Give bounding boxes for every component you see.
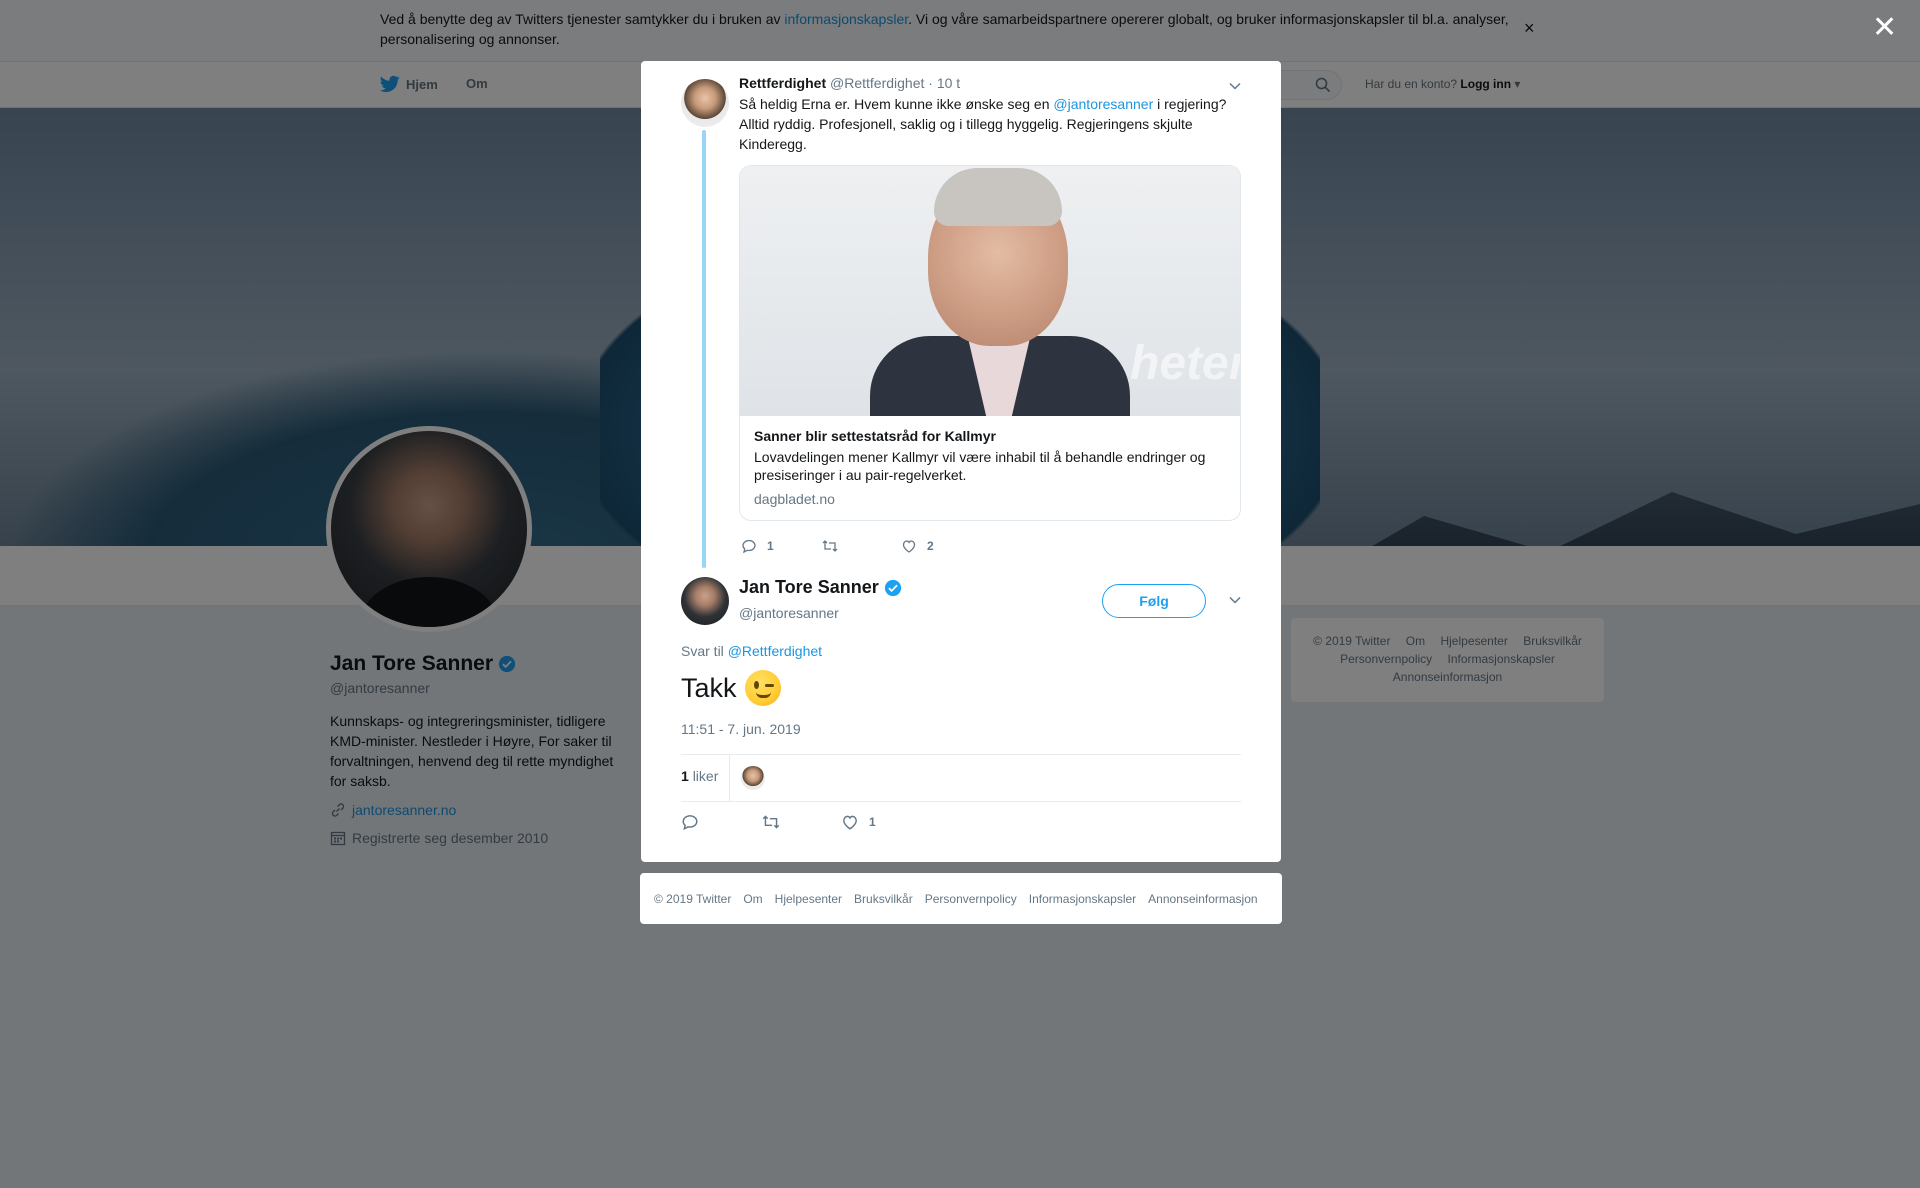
parent-tweet-avatar[interactable] <box>681 79 729 127</box>
verified-icon <box>884 579 901 596</box>
liker-avatar[interactable] <box>741 766 765 790</box>
like-button[interactable]: 1 <box>841 813 921 831</box>
mention-link[interactable]: @jantoresanner <box>1053 96 1153 112</box>
divider <box>681 801 1241 802</box>
divider <box>681 754 1241 755</box>
link-card-title: Sanner blir settestatsråd for Kallmyr <box>754 428 996 444</box>
heart-icon <box>843 815 857 830</box>
parent-tweet-author-name[interactable]: Rettferdighet <box>739 75 826 91</box>
reply-icon <box>742 539 756 554</box>
main-tweet-author-handle[interactable]: @jantoresanner <box>739 605 839 621</box>
parent-tweet-text-before: Så heldig Erna er. Hvem kunne ikke ønske… <box>739 96 1054 112</box>
chevron-down-icon[interactable] <box>1228 79 1242 93</box>
heart-icon <box>902 540 916 553</box>
thread-connector <box>702 130 706 568</box>
main-tweet-avatar[interactable] <box>681 577 729 625</box>
like-button[interactable]: 2 <box>901 538 981 554</box>
main-tweet-text-content: Takk <box>681 672 737 703</box>
footer-link-terms[interactable]: Bruksvilkår <box>854 892 913 906</box>
reply-count: 1 <box>767 539 774 553</box>
main-tweet-text: Takk <box>681 670 781 706</box>
footer-copyright: © 2019 Twitter <box>654 891 732 906</box>
footer-link-cookies[interactable]: Informasjonskapsler <box>1029 892 1136 906</box>
likes-summary[interactable]: 1 liker <box>681 768 718 784</box>
parent-tweet-author-handle[interactable]: @Rettferdighet <box>830 75 924 91</box>
chevron-down-icon[interactable] <box>1228 593 1242 607</box>
close-icon[interactable]: ✕ <box>1872 10 1897 45</box>
reply-to-link[interactable]: @Rettferdighet <box>728 643 822 659</box>
reply-to-prefix: Svar til <box>681 643 728 659</box>
main-tweet-author-name[interactable]: Jan Tore Sanner <box>739 577 902 598</box>
main-tweet-actions: 1 <box>681 813 921 831</box>
like-count: 1 <box>869 815 876 829</box>
reply-button[interactable]: 1 <box>741 538 821 554</box>
divider <box>729 755 730 801</box>
footer-link-help[interactable]: Hjelpesenter <box>775 892 842 906</box>
parent-tweet-text: Så heldig Erna er. Hvem kunne ikke ønske… <box>739 94 1249 154</box>
retweet-icon <box>762 815 780 829</box>
footer-link-privacy[interactable]: Personvernpolicy <box>925 892 1017 906</box>
card-photo-hair <box>934 168 1062 226</box>
reply-icon <box>682 815 698 831</box>
main-tweet-author-name-text: Jan Tore Sanner <box>739 577 879 597</box>
card-watermark: heter <box>1130 337 1240 390</box>
retweet-button[interactable] <box>761 813 841 831</box>
modal-footer: © 2019 Twitter Om Hjelpesenter Bruksvilk… <box>640 873 1282 924</box>
link-card-domain: dagbladet.no <box>754 491 835 507</box>
link-card-description: Lovavdelingen mener Kallmyr vil være inh… <box>754 449 1206 483</box>
footer-link-about[interactable]: Om <box>743 892 762 906</box>
tweet-modal: Rettferdighet @Rettferdighet · 10 t Så h… <box>641 61 1281 862</box>
likes-summary-count: 1 <box>681 768 689 784</box>
winking-face-icon <box>744 670 781 706</box>
main-tweet-timestamp[interactable]: 11:51 - 7. jun. 2019 <box>681 721 801 737</box>
parent-tweet-actions: 1 2 <box>741 538 981 554</box>
like-count: 2 <box>927 539 934 553</box>
link-card[interactable]: heter Sanner blir settestatsråd for Kall… <box>739 165 1241 521</box>
likes-summary-label: liker <box>692 768 719 784</box>
retweet-icon <box>822 540 838 552</box>
parent-tweet-time[interactable]: · 10 t <box>928 75 960 91</box>
parent-tweet-header: Rettferdighet @Rettferdighet · 10 t <box>739 75 960 91</box>
reply-to: Svar til @Rettferdighet <box>681 643 822 659</box>
footer-link-ads[interactable]: Annonseinformasjon <box>1148 892 1257 906</box>
reply-button[interactable] <box>681 813 761 831</box>
follow-button[interactable]: Følg <box>1102 584 1206 618</box>
link-card-image: heter <box>740 166 1240 416</box>
retweet-button[interactable] <box>821 538 901 554</box>
